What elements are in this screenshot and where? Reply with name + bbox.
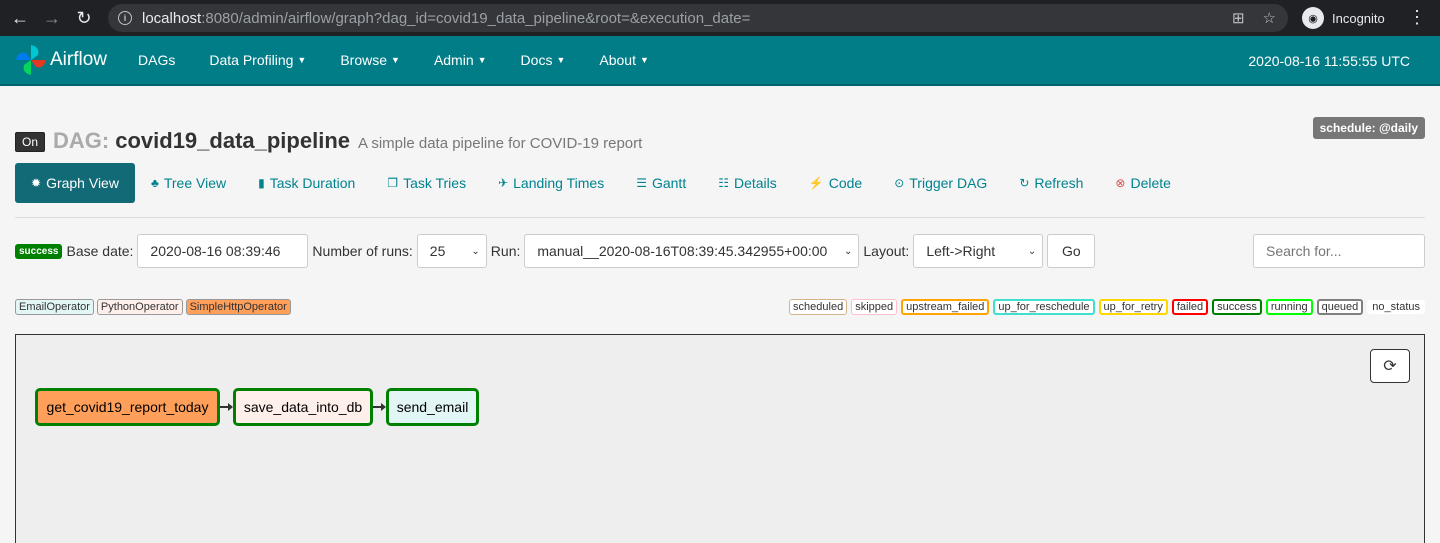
refresh-icon: ⟳ (1383, 358, 1397, 375)
forward-arrow-icon[interactable]: → (36, 0, 68, 36)
align-left-icon: ☰ (636, 176, 647, 190)
back-arrow-icon[interactable]: ← (4, 0, 36, 36)
state-legend-item[interactable]: scheduled (789, 299, 848, 315)
browser-menu-icon[interactable]: ⋮ (1408, 8, 1426, 26)
state-legend-item[interactable]: success (1212, 299, 1262, 315)
duplicate-icon: ❐ (387, 176, 399, 190)
nav-item-data-profiling[interactable]: Data Profiling ▼ (192, 52, 323, 68)
reload-icon[interactable]: ↻ (68, 0, 100, 36)
tree-icon: ♣ (150, 176, 159, 190)
layout-select[interactable]: Left->Right ⌄ (913, 234, 1044, 268)
tab-landing-times[interactable]: ✈ Landing Times (482, 163, 620, 203)
state-legend: scheduled skipped upstream_failed up_for_re… (789, 299, 1425, 315)
chevron-down-icon: ▼ (556, 55, 566, 65)
chevron-down-icon: ⌄ (471, 245, 480, 257)
tab-task-tries[interactable]: ❐ Task Tries (371, 163, 482, 203)
nav-item-about[interactable]: About ▼ (582, 52, 666, 68)
divider (15, 217, 1425, 218)
base-date-input[interactable]: 2020-08-16 08:39:46 (137, 234, 309, 268)
tab-gantt[interactable]: ☰ Gantt (620, 163, 702, 203)
state-legend-item[interactable]: failed (1171, 299, 1209, 315)
state-legend-item[interactable]: no_status (1367, 300, 1425, 314)
tab-delete[interactable]: ⊗ Delete (1099, 163, 1187, 203)
run-select[interactable]: manual__2020-08-16T08:39:45.342955+00:00… (524, 234, 860, 268)
refresh-icon: ↻ (1019, 176, 1030, 190)
chevron-down-icon: ⌄ (843, 245, 853, 257)
tab-refresh[interactable]: ↻ Refresh (1003, 163, 1099, 203)
play-circle-icon: ⊙ (894, 176, 905, 190)
remove-circle-icon: ⊗ (1115, 176, 1126, 190)
num-runs-label: Number of runs: (312, 243, 413, 259)
operator-legend: EmailOperator PythonOperator SimpleHttpOpe… (15, 299, 291, 315)
graph-refresh-button[interactable]: ⟳ (1370, 349, 1410, 383)
layout-label: Layout: (863, 243, 910, 259)
operator-legend-item: SimpleHttpOperator (185, 299, 291, 315)
info-icon[interactable]: i (118, 11, 132, 25)
server-time: 2020-08-16 11:55:55 UTC (1248, 53, 1410, 69)
dag-label: DAG: (53, 128, 110, 153)
state-legend-item[interactable]: up_for_reschedule (993, 299, 1095, 315)
operator-legend-item: EmailOperator (15, 299, 94, 315)
url-text[interactable]: localhost:8080/admin/airflow/graph?dag_i… (142, 10, 750, 27)
chevron-down-icon: ▼ (391, 55, 400, 65)
plane-icon: ✈ (498, 176, 509, 190)
task-edge (373, 403, 386, 411)
task-node[interactable]: get_covid19_report_today (35, 388, 220, 426)
search-input[interactable] (1253, 234, 1425, 268)
nav-item-browse[interactable]: Browse ▼ (323, 52, 417, 68)
bookmark-star-icon[interactable]: ☆ (1263, 9, 1276, 27)
tab-tree-view[interactable]: ♣ Tree View (135, 163, 242, 203)
dag-id: covid19_data_pipeline (115, 128, 350, 153)
translate-icon[interactable]: ⊞ (1232, 9, 1245, 27)
tab-task-duration[interactable]: ▮ Task Duration (242, 163, 371, 203)
state-legend-item[interactable]: running (1265, 299, 1313, 315)
airflow-navbar: Airflow DAGs Data Profiling ▼ Browse ▼ Admin ▼… (0, 36, 1440, 86)
task-edge (220, 403, 233, 411)
list-icon: ☷ (718, 176, 729, 190)
task-node[interactable]: save_data_into_db (233, 388, 373, 426)
browser-toolbar: ← → ↻ i localhost:8080/admin/airflow/gra… (0, 0, 1440, 36)
schedule-badge: schedule: @daily (1312, 117, 1425, 139)
dag-on-toggle[interactable]: On (15, 132, 46, 152)
state-legend-item[interactable]: queued (1316, 299, 1364, 315)
dag-graph[interactable]: ⟳ get_covid19_report_today save_data_into… (15, 334, 1425, 543)
view-tabs: ✹ Graph View ♣ Tree View ▮ Task Duration ❐ Task… (15, 163, 1187, 203)
tab-code[interactable]: ⚡ Code (793, 163, 878, 203)
incognito-profile[interactable]: ◉ Incognito (1302, 5, 1385, 31)
tab-details[interactable]: ☷ Details (702, 163, 793, 203)
tab-trigger-dag[interactable]: ⊙ Trigger DAG (878, 163, 1003, 203)
base-date-label: Base date: (66, 243, 134, 259)
filter-form: success Base date: 2020-08-16 08:39:46 N… (15, 234, 1096, 268)
dag-description: A simple data pipeline for COVID-19 repo… (358, 135, 643, 152)
state-legend-item[interactable]: upstream_failed (901, 299, 990, 315)
run-label: Run: (490, 243, 521, 259)
tab-graph-view[interactable]: ✹ Graph View (15, 163, 135, 203)
go-button[interactable]: Go (1047, 234, 1096, 268)
chevron-down-icon: ▼ (297, 55, 307, 65)
dag-title: On DAG: covid19_data_pipeline A simple d… (15, 128, 642, 154)
chevron-down-icon: ⌄ (1027, 245, 1037, 257)
nav-item-admin[interactable]: Admin ▼ (417, 52, 504, 68)
airflow-pinwheel-icon (16, 45, 46, 75)
asterisk-icon: ✹ (31, 176, 42, 190)
bar-chart-icon: ▮ (258, 176, 265, 190)
num-runs-select[interactable]: 25 ⌄ (416, 234, 487, 268)
chevron-down-icon: ▼ (639, 55, 649, 65)
nav-item-dags[interactable]: DAGs (121, 52, 192, 68)
operator-legend-item: PythonOperator (96, 299, 183, 315)
flash-icon: ⚡ (808, 176, 824, 190)
chevron-down-icon: ▼ (477, 55, 487, 65)
brand-logo[interactable]: Airflow (14, 43, 107, 77)
nav-item-docs[interactable]: Docs ▼ (504, 52, 583, 68)
run-status-badge: success (15, 243, 63, 259)
state-legend-item[interactable]: skipped (851, 299, 898, 315)
incognito-icon: ◉ (1302, 7, 1324, 29)
task-node[interactable]: send_email (386, 388, 479, 426)
address-bar[interactable]: i localhost:8080/admin/airflow/graph?dag… (108, 4, 1288, 32)
brand-name: Airflow (50, 49, 108, 70)
state-legend-item[interactable]: up_for_retry (1098, 299, 1168, 315)
